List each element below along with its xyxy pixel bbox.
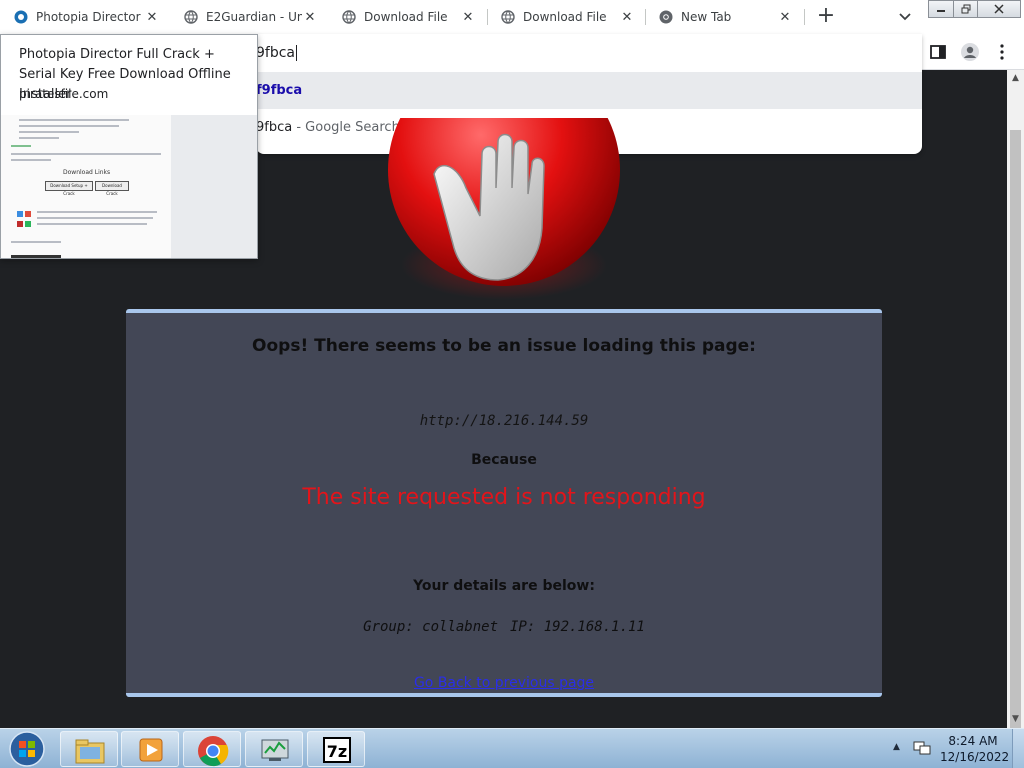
close-tab-icon[interactable]: ✕ xyxy=(460,10,476,25)
preview-text-line xyxy=(37,223,147,225)
preview-text-line xyxy=(19,125,119,127)
vertical-scrollbar[interactable]: ▲ ▼ xyxy=(1007,70,1024,768)
preview-download-crack-button: Download Crack xyxy=(95,181,129,196)
suggestion-suffix: - Google Search xyxy=(292,120,400,135)
preview-heading: Download Links xyxy=(63,169,111,176)
clock-time: 8:24 AM xyxy=(948,734,998,748)
preview-share-icon xyxy=(17,211,23,217)
chrome-icon xyxy=(198,736,229,767)
preview-text-line xyxy=(19,119,129,121)
close-tab-icon[interactable]: ✕ xyxy=(619,10,635,25)
preview-text-line xyxy=(19,137,59,139)
preview-share-icon xyxy=(17,221,23,227)
chrome-icon xyxy=(659,10,673,24)
restore-button[interactable] xyxy=(953,0,978,18)
stop-hand-icon xyxy=(388,118,620,286)
tab-separator xyxy=(804,9,805,25)
tab-e2guardian[interactable]: E2Guardian - Una ✕ xyxy=(170,0,328,34)
preview-share-icon xyxy=(25,221,31,227)
address-bar-input[interactable]: 9fbca xyxy=(256,40,297,66)
scroll-down-arrow-icon[interactable]: ▼ xyxy=(1007,711,1024,728)
tab-title: New Tab xyxy=(681,10,732,24)
close-tab-icon[interactable]: ✕ xyxy=(777,10,793,25)
hover-card-preview: Download Links Download Setup + Crack Do… xyxy=(1,115,257,258)
close-tab-icon[interactable]: ✕ xyxy=(144,10,160,25)
taskbar-explorer[interactable] xyxy=(60,731,118,767)
tab-title: Download File xyxy=(523,10,607,24)
tab-new-tab[interactable]: New Tab ✕ xyxy=(645,0,803,34)
preview-download-setup-button: Download Setup + Crack xyxy=(45,181,93,196)
tab-strip: Photopia Director ✕ E2Guardian - Una ✕ D… xyxy=(0,0,1024,34)
minimize-icon xyxy=(937,10,945,12)
preview-text-line xyxy=(11,153,161,155)
go-back-link[interactable]: Go Back to previous page xyxy=(126,675,882,691)
preview-text-line xyxy=(11,159,51,161)
chevron-down-icon[interactable] xyxy=(893,6,917,28)
tab-download-file-1[interactable]: Download File ✕ xyxy=(328,0,486,34)
taskbar-7zip[interactable]: 7z xyxy=(307,731,365,767)
7zip-icon: 7z xyxy=(323,737,351,763)
address-bar-text: 9fbca xyxy=(256,45,295,61)
preview-text-line xyxy=(11,145,31,147)
task-manager-icon xyxy=(261,739,289,761)
tab-download-file-2[interactable]: Download File ✕ xyxy=(487,0,645,34)
side-panel-icon[interactable] xyxy=(928,42,948,62)
preview-image-strip xyxy=(11,255,61,258)
taskbar-media-player[interactable] xyxy=(121,731,179,767)
globe-icon xyxy=(184,10,198,24)
network-icon[interactable] xyxy=(913,740,931,756)
restore-icon xyxy=(961,4,970,14)
blocked-url: http://18.216.144.59 xyxy=(419,413,589,429)
details-heading: Your details are below: xyxy=(413,578,595,594)
media-player-icon xyxy=(139,738,163,762)
globe-icon xyxy=(342,10,356,24)
system-clock[interactable]: 8:24 AM 12/16/2022 xyxy=(940,733,1010,765)
7zip-label: 7z xyxy=(327,742,347,761)
menu-dots-icon[interactable] xyxy=(992,42,1012,62)
group-value: Group: collabnet xyxy=(363,619,498,635)
profile-avatar-icon[interactable] xyxy=(960,42,980,62)
start-button-icon[interactable] xyxy=(3,731,51,767)
tab-title: Download File xyxy=(364,10,448,24)
taskbar-chrome[interactable] xyxy=(183,731,241,767)
folder-icon xyxy=(75,739,105,764)
show-desktop-button[interactable] xyxy=(1012,729,1024,768)
photopia-icon xyxy=(14,10,28,24)
preview-sidebar xyxy=(171,115,257,258)
suggestion-query: 9fbca xyxy=(256,120,293,135)
ip-value: IP: 192.168.1.11 xyxy=(510,619,645,635)
minimize-button[interactable] xyxy=(928,0,954,18)
omnibox-suggestion-url[interactable]: f9fbca xyxy=(256,72,922,109)
scroll-up-arrow-icon[interactable]: ▲ xyxy=(1007,70,1024,87)
error-panel: Oops! There seems to be an issue loading… xyxy=(126,309,882,697)
show-hidden-icons-icon[interactable]: ▲ xyxy=(893,742,900,752)
block-reason: The site requested is not responding xyxy=(302,485,706,510)
preview-text-line xyxy=(11,241,61,243)
tab-title: Photopia Director xyxy=(36,10,141,24)
close-tab-icon[interactable]: ✕ xyxy=(302,10,318,25)
new-tab-button[interactable]: + xyxy=(812,4,840,30)
suggestion-text: f9fbca xyxy=(256,83,303,98)
user-details: Group: collabnet IP: 192.168.1.11 xyxy=(126,619,882,635)
hover-card-domain: piratesfile.com xyxy=(19,87,109,101)
clock-date: 12/16/2022 xyxy=(940,750,1010,764)
close-window-button[interactable] xyxy=(977,0,1021,18)
error-heading: Oops! There seems to be an issue loading… xyxy=(252,336,756,356)
because-label: Because xyxy=(471,452,537,468)
tab-photopia[interactable]: Photopia Director ✕ xyxy=(0,0,170,34)
preview-text-line xyxy=(19,131,79,133)
text-caret xyxy=(296,45,297,61)
close-icon xyxy=(994,4,1004,14)
tab-hover-card: Photopia Director Full Crack + Serial Ke… xyxy=(0,34,258,259)
taskbar-task-manager[interactable] xyxy=(245,731,303,767)
tab-title: E2Guardian - Una xyxy=(206,10,302,24)
preview-text-line xyxy=(37,217,153,219)
globe-icon xyxy=(501,10,515,24)
preview-share-icon xyxy=(25,211,31,217)
preview-text-line xyxy=(37,211,157,213)
windows-taskbar: 7z ▲ 8:24 AM 12/16/2022 xyxy=(0,728,1024,768)
scroll-thumb[interactable] xyxy=(1010,130,1021,768)
